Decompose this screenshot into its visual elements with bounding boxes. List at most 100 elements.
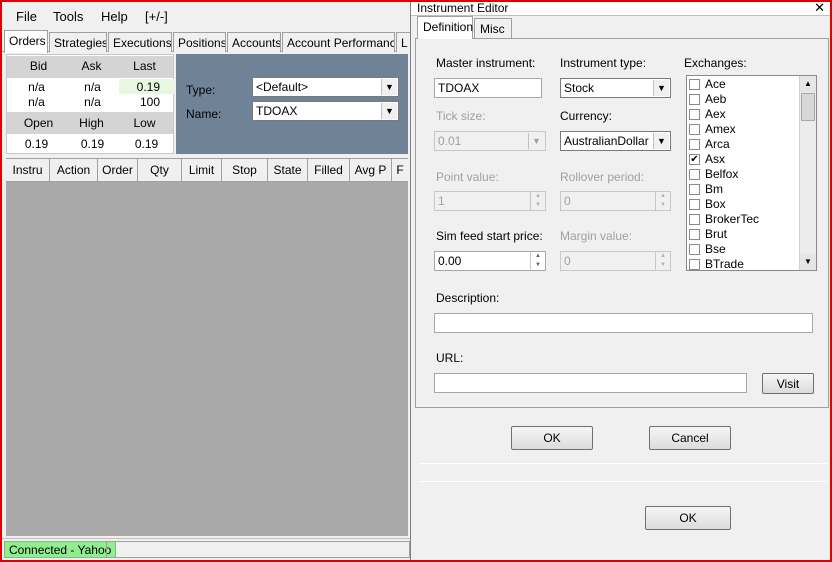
url-label: URL: [436,351,464,365]
low-header: Low [133,116,156,130]
checkbox-icon[interactable] [689,244,700,255]
menu-toggle-panels[interactable]: [+/-] [145,9,168,24]
column-header-order[interactable]: Order [98,159,138,181]
checkbox-icon[interactable] [689,184,700,195]
quote-panel: Bid Ask Last n/a n/a 0.19 n/a n/a 100 Op… [6,54,174,154]
tab-definition[interactable]: Definition [417,16,473,39]
scroll-thumb[interactable] [801,93,815,121]
column-header-filled[interactable]: Filled [308,159,350,181]
close-icon[interactable]: ✕ [814,0,825,16]
point-value-text: 1 [438,194,445,208]
scroll-down-icon[interactable]: ▼ [800,254,816,270]
tab-orders[interactable]: Orders [4,30,48,53]
exchange-name: Amex [705,122,736,136]
checkbox-icon[interactable] [689,169,700,180]
column-header-action[interactable]: Action [50,159,98,181]
tick-size-value: 0.01 [438,134,462,148]
checkbox-icon[interactable] [689,259,700,270]
currency-select[interactable]: AustralianDollar ▼ [560,131,671,151]
sim-feed-value: 0.00 [438,254,462,268]
column-header-instrument[interactable]: Instru [6,159,50,181]
sim-feed-spinner[interactable]: 0.00 ▲ ▼ [434,251,546,271]
menu-help[interactable]: Help [101,9,128,24]
exchange-name: Brut [705,227,728,241]
spinner-arrows-icon[interactable]: ▲ ▼ [530,252,545,270]
margin-value-text: 0 [564,254,571,268]
chevron-down-icon[interactable]: ▼ [653,133,669,149]
cancel-button[interactable]: Cancel [649,426,731,450]
checkbox-icon[interactable] [689,79,700,90]
menu-file[interactable]: File [16,9,37,24]
column-header-state[interactable]: State [268,159,308,181]
master-instrument-input[interactable]: TDOAX [434,78,542,98]
ask-header: Ask [81,59,102,73]
name-select[interactable]: TDOAX ▼ [252,101,399,121]
tick-size-label: Tick size: [436,109,486,123]
type-select-value: <Default> [256,80,309,94]
column-header-avg-price[interactable]: Avg P [350,159,392,181]
exchange-name: Bm [705,182,723,196]
sim-feed-label: Sim feed start price: [436,229,543,243]
type-select[interactable]: <Default> ▼ [252,77,399,97]
description-input[interactable] [434,313,813,333]
exchange-name: Bse [705,242,726,256]
tab-misc[interactable]: Misc [474,18,512,38]
currency-label: Currency: [560,109,613,123]
checkbox-icon[interactable] [689,229,700,240]
chevron-down-icon[interactable]: ▼ [381,103,397,119]
spinner-arrows-icon: ▲ ▼ [655,252,670,270]
exchanges-scrollbar[interactable]: ▲ ▼ [799,76,816,270]
checkbox-icon[interactable] [689,124,700,135]
tab-account-performance[interactable]: Account Performance [282,32,395,52]
spinner-arrows-icon: ▲ ▼ [655,192,670,210]
name-label: Name: [186,107,222,121]
point-value-label: Point value: [436,170,499,184]
column-header-stop[interactable]: Stop [222,159,268,181]
dialog-title-bar: Instrument Editor ✕ [411,0,832,16]
instrument-editor-dialog: Instrument Editor ✕ Definition Misc Mast… [410,0,832,562]
spinner-arrows-icon: ▲ ▼ [530,192,545,210]
instrument-type-value: Stock [564,81,595,95]
orders-grid-body[interactable] [6,182,408,536]
status-field [106,541,410,558]
open-value: 0.19 [24,137,49,151]
name-select-value: TDOAX [256,104,298,118]
checkbox-icon[interactable] [689,199,700,210]
main-tab-strip: Orders Strategies Executions Positions A… [2,30,414,53]
outer-ok-button[interactable]: OK [645,506,731,530]
column-header-overflow[interactable]: F [392,159,408,181]
chevron-down-icon[interactable]: ▼ [381,79,397,95]
exchanges-label: Exchanges: [684,56,747,70]
checkbox-icon[interactable] [689,139,700,150]
chevron-down-icon[interactable]: ▼ [653,80,669,96]
instrument-selector-panel: Type: <Default> ▼ Name: TDOAX ▼ [176,54,408,154]
low-value: 0.19 [134,137,159,151]
column-header-limit[interactable]: Limit [182,159,222,181]
ask-value: n/a [84,80,101,94]
ask-size: n/a [84,95,101,109]
column-header-qty[interactable]: Qty [138,159,182,181]
tab-accounts[interactable]: Accounts [227,32,281,52]
open-header: Open [23,116,54,130]
rollover-period-spinner: 0 ▲ ▼ [560,191,671,211]
visit-button[interactable]: Visit [762,373,814,394]
tab-executions[interactable]: Executions [108,32,172,52]
instrument-type-select[interactable]: Stock ▼ [560,78,671,98]
connection-status: Connected - Yahoo [4,541,117,558]
url-input[interactable] [434,373,747,393]
exchange-name: Asx [705,152,726,166]
divider [419,481,827,482]
ok-button[interactable]: OK [511,426,593,450]
scroll-up-icon[interactable]: ▲ [800,76,816,92]
master-instrument-label: Master instrument: [436,56,536,70]
checked-checkbox-icon[interactable]: ✔ [689,154,700,165]
checkbox-icon[interactable] [689,94,700,105]
tab-positions[interactable]: Positions [173,32,226,52]
checkbox-icon[interactable] [689,214,700,225]
checkbox-icon[interactable] [689,109,700,120]
rollover-period-value: 0 [564,194,571,208]
tab-strategies[interactable]: Strategies [49,32,107,52]
menu-tools[interactable]: Tools [53,9,83,24]
last-header: Last [133,59,156,73]
exchanges-list[interactable]: BTrade Bse Brut BrokerTec Box Bm Belfox ✔ Asx Arc… [686,75,817,271]
